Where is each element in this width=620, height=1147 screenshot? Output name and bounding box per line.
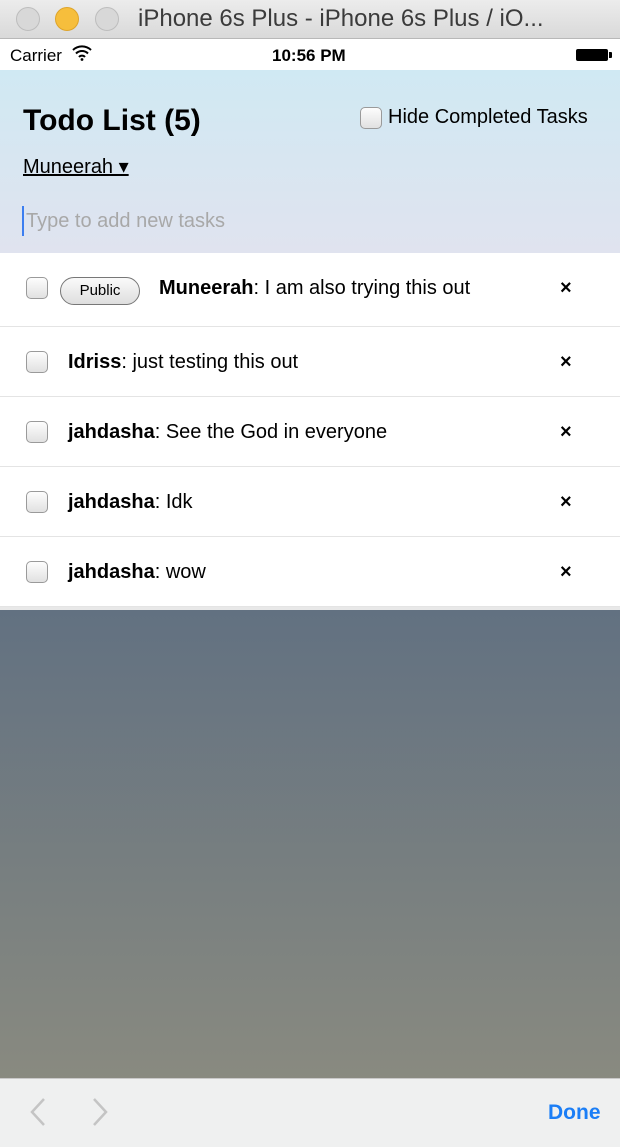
delete-task-button[interactable]: ×: [560, 421, 572, 444]
chevron-right-icon[interactable]: [90, 1097, 110, 1132]
delete-task-button[interactable]: ×: [560, 351, 572, 374]
task-row: jahdasha: Idk ×: [0, 467, 620, 537]
status-time: 10:56 PM: [272, 46, 346, 65]
task-user: jahdasha: [68, 491, 155, 513]
task-user: jahdasha: [68, 421, 155, 443]
delete-task-button[interactable]: ×: [560, 561, 572, 584]
task-user: Muneerah: [159, 277, 254, 299]
public-toggle-button[interactable]: Public: [60, 277, 140, 305]
new-task-input[interactable]: [22, 206, 586, 236]
delete-task-button[interactable]: ×: [560, 491, 572, 514]
task-user: Idriss: [68, 351, 122, 373]
task-row: Idriss: just testing this out ×: [0, 327, 620, 397]
task-description: : See the God in everyone: [154, 421, 388, 443]
task-description: : I am also trying this out: [253, 277, 471, 299]
task-checkbox[interactable]: [26, 561, 48, 583]
keyboard-accessory-toolbar: Done: [0, 1078, 620, 1147]
window-minimize-button[interactable]: [55, 7, 79, 31]
hide-completed-label: Hide Completed Tasks: [388, 106, 588, 128]
task-checkbox[interactable]: [26, 277, 48, 299]
delete-task-button[interactable]: ×: [560, 277, 572, 300]
hide-completed-checkbox[interactable]: [360, 106, 382, 129]
page-title: Todo List (5): [23, 104, 201, 137]
page-background: [0, 610, 620, 1080]
task-description: : just testing this out: [121, 351, 299, 373]
window-titlebar: iPhone 6s Plus - iPhone 6s Plus / iO...: [0, 0, 620, 39]
window-title: iPhone 6s Plus - iPhone 6s Plus / iO...: [138, 5, 544, 32]
task-user: jahdasha: [68, 561, 155, 583]
task-text: Muneerah: I am also trying this out: [159, 277, 470, 300]
task-checkbox[interactable]: [26, 491, 48, 513]
task-row: jahdasha: See the God in everyone ×: [0, 397, 620, 467]
task-text: jahdasha: wow: [68, 561, 206, 584]
task-checkbox[interactable]: [26, 421, 48, 443]
task-text: jahdasha: Idk: [68, 491, 193, 514]
chevron-left-icon[interactable]: [28, 1097, 48, 1132]
ios-status-bar: Carrier 10:56 PM: [0, 39, 620, 70]
task-text: Idriss: just testing this out: [68, 351, 298, 374]
task-description: : wow: [154, 561, 206, 583]
hide-completed-toggle[interactable]: Hide Completed Tasks: [360, 106, 588, 129]
task-checkbox[interactable]: [26, 351, 48, 373]
task-row: jahdasha: wow ×: [0, 537, 620, 607]
task-list: Public Muneerah: I am also trying this o…: [0, 253, 620, 607]
task-description: : Idk: [154, 491, 193, 513]
task-text: jahdasha: See the God in everyone: [68, 421, 387, 444]
window-zoom-button[interactable]: [95, 7, 119, 31]
task-row: Public Muneerah: I am also trying this o…: [0, 253, 620, 327]
user-account-dropdown[interactable]: Muneerah ▾: [23, 154, 129, 179]
battery-icon: [576, 49, 612, 61]
done-button[interactable]: Done: [548, 1101, 601, 1125]
wifi-icon: [72, 45, 92, 66]
window-close-button[interactable]: [16, 7, 40, 31]
todo-header: Todo List (5) Hide Completed Tasks Munee…: [0, 70, 620, 253]
carrier-label: Carrier: [10, 46, 62, 65]
